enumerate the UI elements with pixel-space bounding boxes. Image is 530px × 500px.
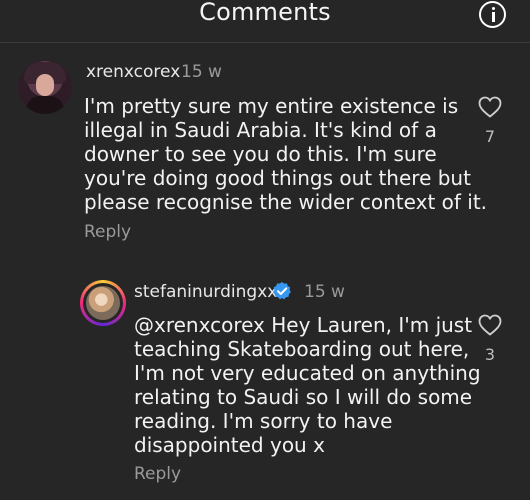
comment-username[interactable]: stefaninurdingxx bbox=[134, 282, 277, 302]
info-icon-dot bbox=[491, 7, 495, 10]
info-icon-bar bbox=[491, 12, 495, 22]
comment-timestamp: 15 w bbox=[304, 282, 345, 302]
comment-text-line: relating to Saudi so I will do some bbox=[134, 385, 473, 409]
heart-icon[interactable] bbox=[478, 314, 502, 336]
avatar-image bbox=[86, 286, 120, 320]
comment-text-line: I'm not very educated on anything bbox=[134, 361, 481, 385]
info-icon[interactable] bbox=[479, 1, 506, 28]
comments-header: Comments bbox=[0, 0, 530, 40]
avatar-face bbox=[36, 74, 54, 96]
comment-timestamp: 15 w bbox=[181, 62, 222, 82]
comment-text-line: you're doing good things out there but bbox=[84, 166, 471, 190]
comment-text-line: downer to see you do this. I'm sure bbox=[84, 142, 437, 166]
reply-button[interactable]: Reply bbox=[134, 464, 181, 484]
page-title: Comments bbox=[199, 0, 331, 26]
avatar[interactable] bbox=[18, 60, 72, 114]
comment-text-line: disappointed you x bbox=[134, 433, 325, 457]
like-count: 3 bbox=[484, 345, 496, 364]
like-count: 7 bbox=[484, 127, 496, 146]
comment-text-line: I'm pretty sure my entire existence is bbox=[84, 94, 459, 118]
avatar-story-ring[interactable] bbox=[80, 280, 126, 326]
heart-icon[interactable] bbox=[478, 96, 502, 118]
avatar bbox=[83, 283, 123, 323]
verified-badge-icon bbox=[273, 282, 291, 300]
comment-text-line: illegal in Saudi Arabia. It's kind of a bbox=[84, 118, 437, 142]
comment-text-line: please recognise the wider context of it… bbox=[84, 190, 488, 214]
comment-text-line: reading. I'm sorry to have bbox=[134, 409, 393, 433]
header-divider bbox=[0, 42, 530, 43]
comment-text-line: teaching Skateboarding out here, bbox=[134, 337, 470, 361]
comment-username[interactable]: xrenxcorex bbox=[86, 62, 180, 82]
avatar-body bbox=[26, 96, 64, 114]
reply-button[interactable]: Reply bbox=[84, 222, 131, 242]
comment-text-line: @xrenxcorex Hey Lauren, I'm just bbox=[134, 313, 473, 337]
